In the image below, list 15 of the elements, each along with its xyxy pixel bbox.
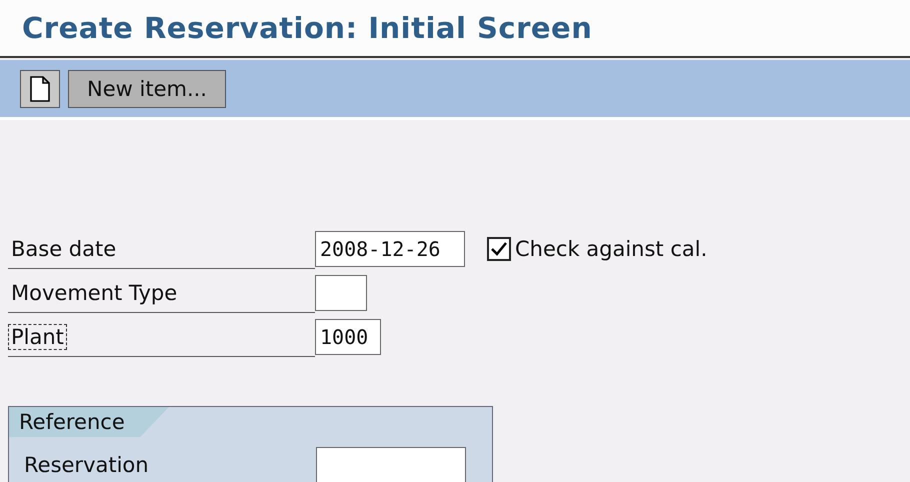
field-label: Reservation (24, 453, 149, 477)
input-field[interactable]: 2008-12-26 (315, 231, 465, 267)
field-label: Plant (8, 324, 67, 350)
checkbox[interactable] (487, 237, 511, 261)
field-label: Base date (10, 236, 118, 262)
field-label: Movement Type (10, 280, 178, 306)
input-field[interactable] (316, 447, 466, 482)
group-title: Reference (19, 410, 125, 434)
new-document-button[interactable] (20, 70, 60, 108)
new-item-button[interactable]: New item... (68, 70, 226, 108)
input-field[interactable] (315, 275, 367, 311)
document-icon (29, 74, 51, 102)
window-title: Create Reservation: Initial Screen (22, 11, 592, 45)
checkbox-label: Check against cal. (515, 237, 708, 261)
input-field[interactable]: 1000 (315, 319, 381, 355)
